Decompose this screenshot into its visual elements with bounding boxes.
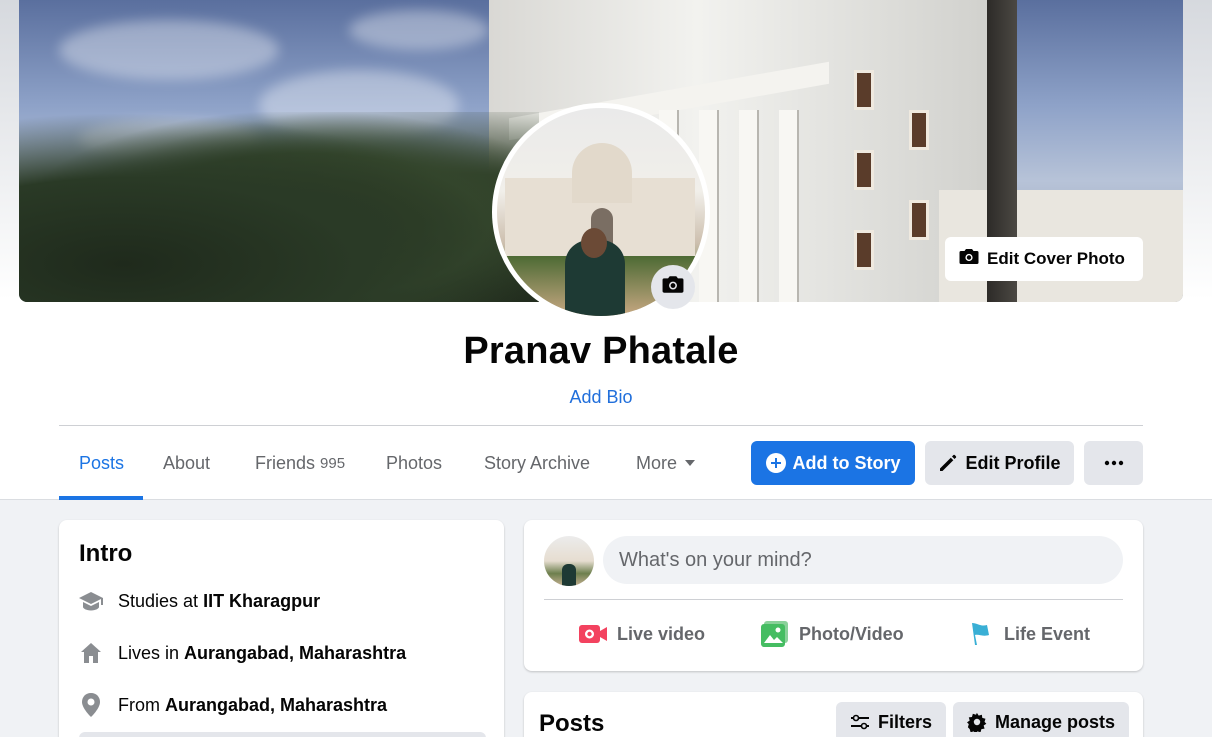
filters-button[interactable]: Filters	[836, 702, 947, 737]
caret-down-icon	[685, 460, 696, 466]
edit-bio-button[interactable]	[79, 732, 486, 737]
profile-name: Pranav Phatale	[463, 330, 739, 372]
photo-video-icon	[760, 620, 790, 648]
cover-trees	[19, 112, 539, 302]
profile-header: Edit Cover Photo Pranav Phatale Add Bio …	[0, 0, 1212, 500]
plus-circle-icon	[765, 453, 786, 473]
camera-icon	[662, 275, 684, 300]
add-bio-link[interactable]: Add Bio	[0, 387, 1202, 408]
camera-icon	[959, 248, 987, 271]
intro-studies-value[interactable]: IIT Kharagpur	[203, 591, 320, 612]
posts-header-card: Posts Filters Manage posts	[524, 692, 1143, 737]
composer-divider	[544, 599, 1123, 600]
header-divider	[59, 425, 1143, 426]
edit-profile-button[interactable]: Edit Profile	[925, 441, 1074, 485]
live-video-icon	[578, 622, 608, 646]
edit-cover-photo-label: Edit Cover Photo	[987, 249, 1125, 268]
friends-count: 995	[320, 454, 346, 472]
intro-lives-in-value[interactable]: Aurangabad, Maharashtra	[184, 643, 406, 664]
posts-title: Posts	[539, 710, 605, 737]
gear-icon	[967, 712, 987, 732]
tab-posts[interactable]: Posts	[79, 441, 124, 485]
location-pin-icon	[77, 691, 105, 719]
edit-cover-photo-button[interactable]: Edit Cover Photo	[945, 237, 1143, 281]
photo-video-button[interactable]: Photo/Video	[760, 616, 904, 652]
filters-icon	[850, 714, 870, 730]
intro-from-value[interactable]: Aurangabad, Maharashtra	[165, 695, 387, 716]
whats-on-your-mind-input[interactable]: What's on your mind?	[603, 536, 1123, 584]
home-icon	[77, 639, 105, 667]
tab-friends[interactable]: Friends 995	[255, 441, 345, 485]
flag-icon	[969, 621, 995, 647]
manage-posts-button[interactable]: Manage posts	[953, 702, 1130, 737]
more-dots-icon	[1104, 460, 1124, 466]
live-video-button[interactable]: Live video	[578, 616, 705, 652]
intro-row-from: From Aurangabad, Maharashtra	[77, 691, 387, 719]
update-profile-picture-button[interactable]	[651, 265, 695, 309]
tab-more[interactable]: More	[636, 441, 696, 485]
avatar[interactable]	[544, 536, 594, 586]
tab-photos[interactable]: Photos	[386, 441, 442, 485]
post-composer-card: What's on your mind? Live video Photo/Vi…	[524, 520, 1143, 671]
intro-row-lives-in: Lives in Aurangabad, Maharashtra	[77, 639, 406, 667]
active-tab-indicator	[59, 496, 143, 500]
graduation-cap-icon	[77, 587, 105, 615]
tab-about[interactable]: About	[163, 441, 210, 485]
tab-story-archive[interactable]: Story Archive	[484, 441, 590, 485]
intro-card: Intro Studies at IIT Kharagpur Lives in …	[59, 520, 504, 737]
more-options-button[interactable]	[1084, 441, 1143, 485]
intro-row-studies: Studies at IIT Kharagpur	[77, 587, 320, 615]
add-to-story-button[interactable]: Add to Story	[751, 441, 915, 485]
intro-title: Intro	[79, 540, 133, 567]
life-event-button[interactable]: Life Event	[969, 616, 1090, 652]
pencil-icon	[938, 453, 958, 473]
